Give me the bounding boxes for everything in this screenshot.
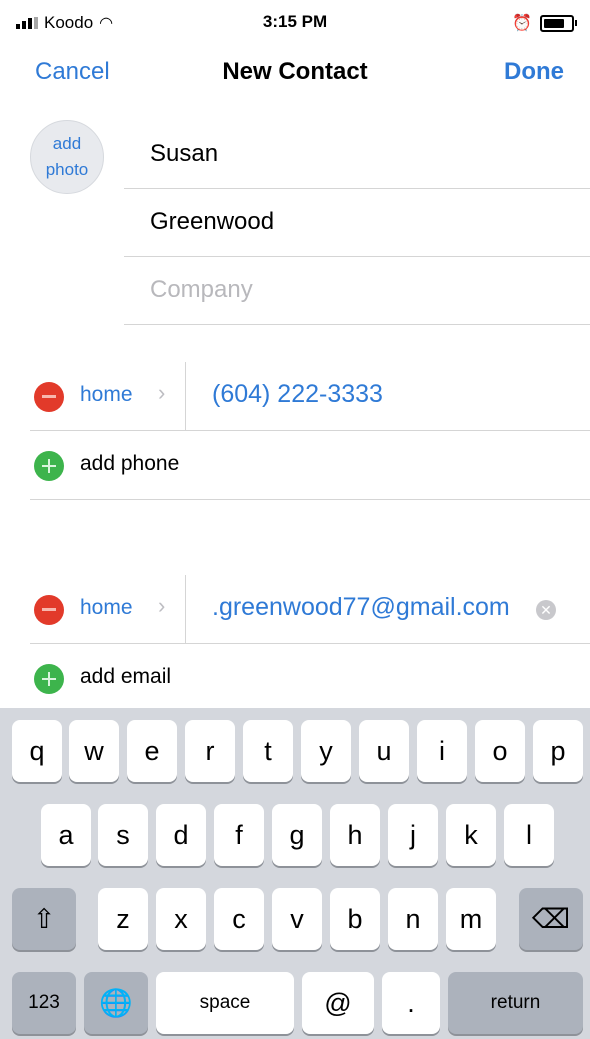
- key-j[interactable]: j: [388, 804, 438, 866]
- add-photo-line2: photo: [45, 160, 89, 179]
- email-row: home › .greenwood77@gmail.com ✕: [30, 575, 590, 644]
- add-phone-row[interactable]: add phone: [30, 431, 590, 500]
- battery-icon: [540, 14, 577, 32]
- shift-key[interactable]: ⇧: [12, 888, 76, 950]
- last-name-field[interactable]: Greenwood: [124, 188, 590, 257]
- return-key[interactable]: return: [448, 972, 583, 1034]
- add-email-label: add email: [80, 665, 172, 688]
- key-x[interactable]: x: [156, 888, 206, 950]
- status-bar: Koodo ◠ 3:15 PM ⏰: [0, 0, 590, 46]
- company-field[interactable]: Company: [124, 256, 590, 325]
- key-e[interactable]: e: [127, 720, 177, 782]
- key-i[interactable]: i: [417, 720, 467, 782]
- key-m[interactable]: m: [446, 888, 496, 950]
- key-w[interactable]: w: [69, 720, 119, 782]
- status-time: 3:15 PM: [262, 12, 328, 31]
- add-photo-line1: add: [52, 134, 82, 153]
- company-placeholder: Company: [150, 276, 253, 303]
- globe-key[interactable]: 🌐: [84, 972, 148, 1034]
- key-g[interactable]: g: [272, 804, 322, 866]
- remove-phone-icon[interactable]: [34, 382, 64, 412]
- clear-text-icon[interactable]: ✕: [536, 600, 556, 620]
- key-z[interactable]: z: [98, 888, 148, 950]
- key-y[interactable]: y: [301, 720, 351, 782]
- add-photo-button[interactable]: add photo: [30, 120, 104, 194]
- first-name-value: Susan: [150, 140, 219, 167]
- email-field[interactable]: .greenwood77@gmail.com: [212, 593, 510, 622]
- dot-key[interactable]: .: [382, 972, 440, 1034]
- key-p[interactable]: p: [533, 720, 583, 782]
- first-name-field[interactable]: Susan: [124, 120, 590, 189]
- key-v[interactable]: v: [272, 888, 322, 950]
- key-u[interactable]: u: [359, 720, 409, 782]
- alarm-icon: ⏰: [512, 15, 532, 32]
- phone-row: home › (604) 222-3333: [30, 362, 590, 431]
- key-h[interactable]: h: [330, 804, 380, 866]
- add-phone-icon: [34, 451, 64, 481]
- phone-label-button[interactable]: home: [80, 383, 133, 407]
- chevron-right-icon: ›: [158, 380, 166, 405]
- delete-key[interactable]: ⌫: [519, 888, 583, 950]
- keyboard: q w e r t y u i o p a s d f g h j k l ⇧ …: [0, 708, 590, 1039]
- key-f[interactable]: f: [214, 804, 264, 866]
- cancel-button[interactable]: Cancel: [35, 58, 110, 86]
- remove-email-icon[interactable]: [34, 595, 64, 625]
- space-key[interactable]: space: [156, 972, 294, 1034]
- add-phone-label: add phone: [80, 452, 180, 475]
- key-t[interactable]: t: [243, 720, 293, 782]
- key-s[interactable]: s: [98, 804, 148, 866]
- chevron-right-icon: ›: [158, 593, 166, 618]
- last-name-value: Greenwood: [150, 208, 275, 235]
- phone-number-field[interactable]: (604) 222-3333: [212, 380, 383, 409]
- key-q[interactable]: q: [12, 720, 62, 782]
- key-b[interactable]: b: [330, 888, 380, 950]
- key-a[interactable]: a: [41, 804, 91, 866]
- add-email-row[interactable]: add email: [30, 644, 590, 712]
- key-d[interactable]: d: [156, 804, 206, 866]
- add-email-icon: [34, 664, 64, 694]
- email-label-button[interactable]: home: [80, 596, 133, 620]
- key-o[interactable]: o: [475, 720, 525, 782]
- key-k[interactable]: k: [446, 804, 496, 866]
- divider: [185, 575, 186, 643]
- numbers-key[interactable]: 123: [12, 972, 76, 1034]
- key-l[interactable]: l: [504, 804, 554, 866]
- at-key[interactable]: @: [302, 972, 374, 1034]
- key-c[interactable]: c: [214, 888, 264, 950]
- key-r[interactable]: r: [185, 720, 235, 782]
- divider: [185, 362, 186, 430]
- done-button[interactable]: Done: [504, 58, 564, 86]
- key-n[interactable]: n: [388, 888, 438, 950]
